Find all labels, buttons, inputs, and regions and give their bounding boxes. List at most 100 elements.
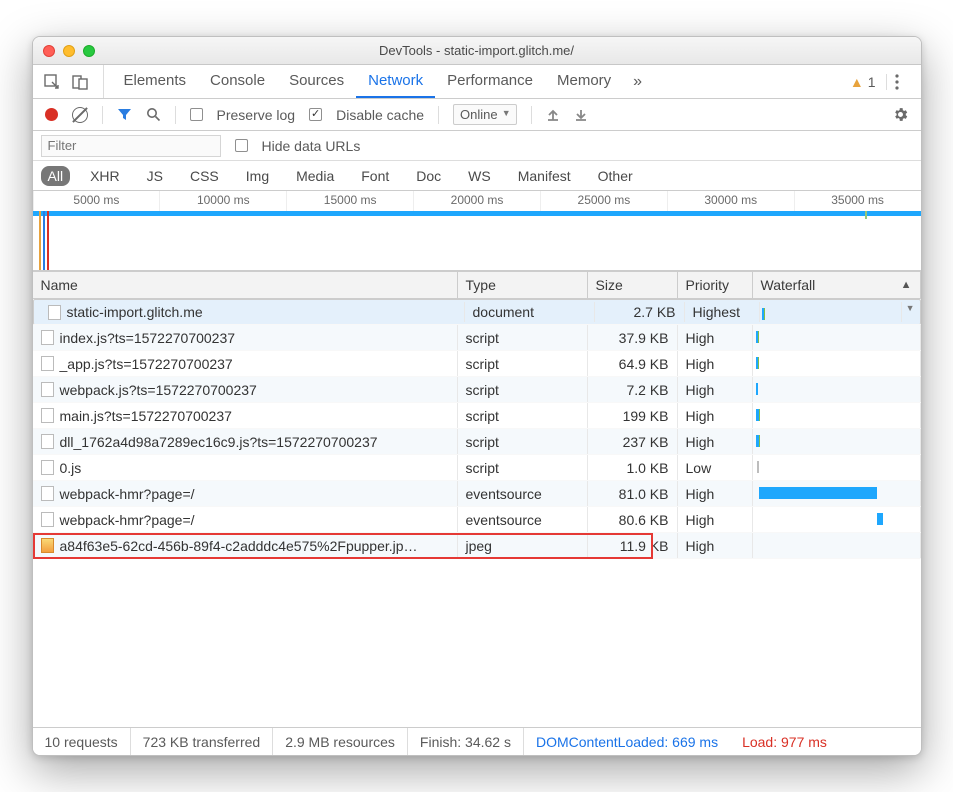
- status-domcontentloaded: DOMContentLoaded: 669 ms: [524, 728, 730, 755]
- filter-chip-xhr[interactable]: XHR: [83, 166, 127, 186]
- request-size: 199 KB: [588, 403, 678, 428]
- inspect-icon[interactable]: [43, 73, 61, 91]
- waterfall-cell: [753, 403, 921, 428]
- col-size-header[interactable]: Size: [588, 272, 678, 298]
- table-row[interactable]: main.js?ts=1572270700237script199 KBHigh: [33, 403, 921, 429]
- file-icon: [41, 356, 54, 371]
- warnings-indicator[interactable]: ▲ 1: [850, 74, 887, 90]
- file-icon: [41, 382, 54, 397]
- table-header: Name Type Size Priority Waterfall▲: [33, 271, 921, 299]
- tab-sources[interactable]: Sources: [277, 65, 356, 98]
- filter-input[interactable]: [41, 135, 221, 157]
- table-row[interactable]: dll_1762a4d98a7289ec16c9.js?ts=157227070…: [33, 429, 921, 455]
- filter-chip-manifest[interactable]: Manifest: [511, 166, 578, 186]
- tab-network[interactable]: Network: [356, 65, 435, 98]
- request-size: 64.9 KB: [588, 351, 678, 376]
- waterfall-cell: [753, 455, 921, 480]
- request-type: script: [458, 377, 588, 402]
- file-icon: [41, 408, 54, 423]
- table-row[interactable]: webpack-hmr?page=/eventsource80.6 KBHigh: [33, 507, 921, 533]
- tab-elements[interactable]: Elements: [112, 65, 199, 98]
- type-filter-bar: All XHR JS CSS Img Media Font Doc WS Manifest Othe…: [33, 161, 921, 191]
- upload-har-icon[interactable]: [546, 108, 560, 122]
- kebab-menu-icon[interactable]: [895, 74, 911, 90]
- col-type-header[interactable]: Type: [458, 272, 588, 298]
- file-icon: [48, 305, 61, 320]
- timeline-tick: 20000 ms: [413, 191, 540, 211]
- search-icon[interactable]: [146, 107, 161, 122]
- filter-chip-doc[interactable]: Doc: [409, 166, 448, 186]
- request-name: index.js?ts=1572270700237: [60, 330, 236, 346]
- col-waterfall-header[interactable]: Waterfall▲: [753, 272, 921, 298]
- download-har-icon[interactable]: [574, 108, 588, 122]
- devtools-window: DevTools - static-import.glitch.me/ Elem…: [32, 36, 922, 756]
- filter-toggle-icon[interactable]: [117, 107, 132, 122]
- waterfall-cell: [753, 377, 921, 402]
- warning-icon: ▲: [850, 74, 864, 90]
- request-priority: Highest: [685, 302, 760, 322]
- request-priority: High: [678, 429, 753, 454]
- tab-memory[interactable]: Memory: [545, 65, 623, 98]
- request-type: eventsource: [458, 481, 588, 506]
- table-row[interactable]: static-import.glitch.medocument2.7 KBHig…: [33, 299, 921, 325]
- disable-cache-label: Disable cache: [336, 107, 424, 123]
- tab-console[interactable]: Console: [198, 65, 277, 98]
- table-row[interactable]: 0.jsscript1.0 KBLow: [33, 455, 921, 481]
- table-row[interactable]: webpack-hmr?page=/eventsource81.0 KBHigh: [33, 481, 921, 507]
- settings-icon[interactable]: [892, 106, 909, 123]
- request-name: _app.js?ts=1572270700237: [60, 356, 233, 372]
- filter-chip-all[interactable]: All: [41, 166, 71, 186]
- request-name: webpack.js?ts=1572270700237: [60, 382, 257, 398]
- sort-asc-icon: ▲: [901, 279, 912, 291]
- file-icon: [41, 434, 54, 449]
- request-name: a84f63e5-62cd-456b-89f4-c2adddc4e575%2Fp…: [60, 538, 418, 554]
- request-name: static-import.glitch.me: [67, 304, 203, 320]
- filter-chip-ws[interactable]: WS: [461, 166, 498, 186]
- request-priority: High: [678, 377, 753, 402]
- filter-chip-other[interactable]: Other: [591, 166, 640, 186]
- filter-chip-img[interactable]: Img: [239, 166, 276, 186]
- request-type: script: [458, 455, 588, 480]
- clear-button[interactable]: [72, 107, 88, 123]
- table-row[interactable]: _app.js?ts=1572270700237script64.9 KBHig…: [33, 351, 921, 377]
- hide-data-urls-label: Hide data URLs: [262, 138, 361, 154]
- filter-chip-js[interactable]: JS: [140, 166, 170, 186]
- timeline-tick: 35000 ms: [794, 191, 921, 211]
- overview-timeline[interactable]: 5000 ms10000 ms15000 ms20000 ms25000 ms3…: [33, 191, 921, 271]
- window-title: DevTools - static-import.glitch.me/: [33, 43, 921, 58]
- request-size: 81.0 KB: [588, 481, 678, 506]
- filter-chip-font[interactable]: Font: [354, 166, 396, 186]
- file-icon: [41, 486, 54, 501]
- col-priority-header[interactable]: Priority: [678, 272, 753, 298]
- waterfall-cell: [753, 351, 921, 376]
- table-row[interactable]: webpack.js?ts=1572270700237script7.2 KBH…: [33, 377, 921, 403]
- request-type: script: [458, 403, 588, 428]
- hide-data-urls-checkbox[interactable]: [235, 139, 248, 152]
- request-type: script: [458, 429, 588, 454]
- filter-chip-css[interactable]: CSS: [183, 166, 226, 186]
- request-name: webpack-hmr?page=/: [60, 486, 195, 502]
- preserve-log-checkbox[interactable]: [190, 108, 203, 121]
- more-tabs-icon[interactable]: »: [623, 65, 652, 98]
- disable-cache-checkbox[interactable]: [309, 108, 322, 121]
- file-icon: [41, 512, 54, 527]
- status-load: Load: 977 ms: [730, 728, 839, 755]
- table-row[interactable]: index.js?ts=1572270700237script37.9 KBHi…: [33, 325, 921, 351]
- col-name-header[interactable]: Name: [33, 272, 458, 298]
- waterfall-cell: [753, 481, 921, 506]
- timeline-tick: 30000 ms: [667, 191, 794, 211]
- request-priority: Low: [678, 455, 753, 480]
- table-row[interactable]: a84f63e5-62cd-456b-89f4-c2adddc4e575%2Fp…: [33, 533, 921, 559]
- status-bar: 10 requests 723 KB transferred 2.9 MB re…: [33, 727, 921, 755]
- device-toggle-icon[interactable]: [71, 73, 89, 91]
- throttling-select[interactable]: Online: [453, 104, 517, 125]
- request-size: 2.7 KB: [595, 302, 685, 322]
- tab-performance[interactable]: Performance: [435, 65, 545, 98]
- request-priority: High: [678, 533, 753, 558]
- titlebar: DevTools - static-import.glitch.me/: [33, 37, 921, 65]
- filter-chip-media[interactable]: Media: [289, 166, 341, 186]
- request-size: 11.9 KB: [588, 533, 678, 558]
- request-name: webpack-hmr?page=/: [60, 512, 195, 528]
- timeline-tick: 15000 ms: [286, 191, 413, 211]
- record-button[interactable]: [45, 108, 58, 121]
